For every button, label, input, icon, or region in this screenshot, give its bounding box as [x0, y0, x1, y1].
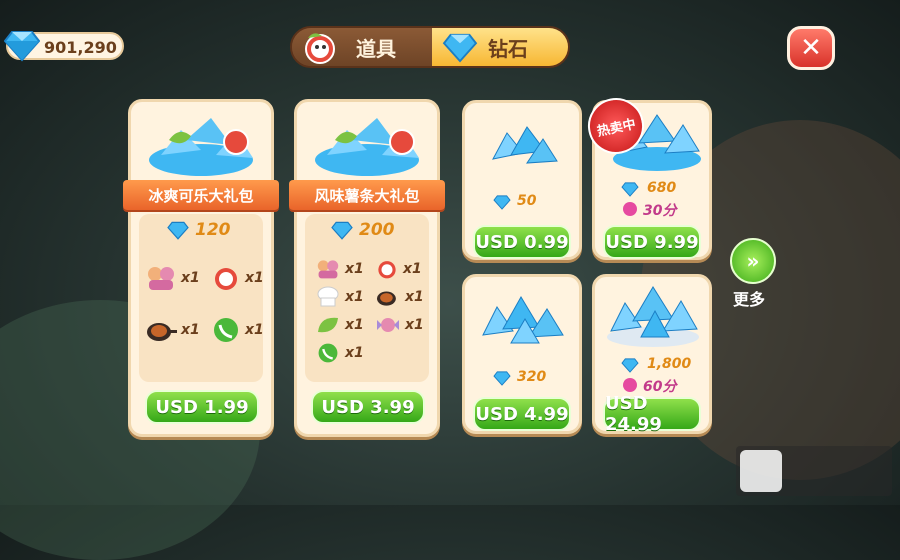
- bundle-gem-amount: 200: [359, 220, 395, 240]
- frying-pan-icon: [147, 323, 177, 341]
- buy-button[interactable]: USD 3.99: [311, 390, 425, 424]
- bundle-title: 风味薯条大礼包: [314, 186, 420, 205]
- bundle-item-qty: x1: [405, 289, 424, 305]
- watermark-logo-icon: [740, 450, 782, 492]
- bundle-gem-amount: 120: [195, 220, 231, 240]
- close-button[interactable]: ✕: [787, 26, 835, 70]
- buy-button[interactable]: USD 0.99: [473, 225, 571, 259]
- bundle-item-qty: x1: [405, 317, 424, 333]
- tab-gems[interactable]: 钻石: [432, 28, 568, 66]
- bundle-item-qty: x1: [181, 322, 200, 338]
- tab-props-label: 道具: [356, 36, 396, 61]
- shop-tabs: 道具 钻石: [290, 26, 570, 68]
- green-phone-icon: [318, 343, 338, 363]
- tab-props[interactable]: 道具: [292, 28, 432, 66]
- bundle-item-qty: x1: [345, 289, 364, 305]
- gem-pack-card[interactable]: 320 USD 4.99: [462, 274, 582, 434]
- price-label: USD 9.99: [605, 231, 699, 253]
- bonus-points-icon: [623, 202, 637, 216]
- more-label: 更多: [733, 290, 766, 309]
- diamond-icon: [621, 358, 639, 373]
- gem-pack-amount: 1,800: [647, 356, 692, 372]
- bonus-points-icon: [623, 378, 637, 392]
- diamond-icon: [167, 221, 189, 240]
- bundle-item: x1: [145, 316, 200, 344]
- chef-hat-icon: [317, 286, 339, 307]
- diamond-icon: [493, 371, 511, 386]
- candy-icon: [377, 318, 399, 332]
- price-label: USD 4.99: [475, 403, 569, 425]
- diamond-icon: [442, 33, 478, 63]
- bundle-title-ribbon: 风味薯条大礼包: [289, 180, 445, 210]
- watermark: [736, 446, 892, 496]
- price-label: USD 24.99: [605, 393, 662, 435]
- gem-balance-counter: 901,290: [4, 31, 124, 62]
- gem-pile-small-icon: [492, 126, 558, 164]
- buy-button[interactable]: USD 1.99: [145, 390, 259, 424]
- gem-balance-value: 901,290: [44, 38, 117, 57]
- bundle-item: x1: [375, 314, 424, 336]
- buy-button[interactable]: USD 9.99: [603, 225, 701, 259]
- chef-figures-icon: [148, 267, 174, 290]
- bundle-item: x1: [315, 314, 364, 336]
- alarm-clock-icon: [305, 33, 335, 64]
- alarm-clock-icon: [378, 261, 396, 279]
- price-label: USD 1.99: [155, 396, 249, 418]
- gem-pack-card[interactable]: 50 USD 0.99: [462, 100, 582, 260]
- alarm-clock-icon: [215, 268, 237, 290]
- hot-sale-label: 热卖中: [595, 116, 638, 140]
- bundle-item: x1: [145, 264, 200, 292]
- green-phone-icon: [214, 318, 238, 342]
- bundle-item-qty: x1: [345, 261, 364, 277]
- bundle-title: 冰爽可乐大礼包: [148, 186, 254, 205]
- gem-pack-amount: 320: [517, 369, 547, 385]
- tab-gems-label: 钻石: [488, 36, 528, 61]
- more-button[interactable]: »: [730, 238, 776, 284]
- gem-pack-bonus: 30分: [643, 203, 677, 219]
- bundle-card-cola[interactable]: 冰爽可乐大礼包 120 x1 x1 x1 x1 USD 1.99: [123, 99, 279, 437]
- bundle-item-qty: x1: [345, 345, 364, 361]
- close-icon: ✕: [800, 33, 822, 63]
- bundle-item-qty: x1: [245, 270, 264, 286]
- bundle-item-qty: x1: [181, 270, 200, 286]
- bundle-item: x1: [375, 286, 424, 308]
- bundle-item-qty: x1: [403, 261, 422, 277]
- bundle-gems-pile-icon: [149, 118, 253, 176]
- bundle-item: x1: [375, 258, 422, 280]
- bundle-item: x1: [211, 264, 264, 292]
- bundle-item-qty: x1: [245, 322, 264, 338]
- diamond-icon: [493, 195, 511, 210]
- bundle-item: x1: [211, 316, 264, 344]
- bundle-item: x1: [315, 258, 364, 280]
- gem-pack-amount: 680: [647, 180, 677, 196]
- bundle-item-qty: x1: [345, 317, 364, 333]
- bundle-item: x1: [315, 286, 364, 308]
- gem-pile-medium-icon: [482, 296, 564, 344]
- bundle-gems-pile-icon: [315, 118, 419, 176]
- bundle-card-fries[interactable]: 风味薯条大礼包 200 x1 x1 x1 x1 x1 x1 x1 USD 3.9…: [289, 99, 445, 437]
- bundle-title-ribbon: 冰爽可乐大礼包: [123, 180, 279, 210]
- diamond-icon: [4, 31, 40, 62]
- buy-button[interactable]: USD 4.99: [473, 397, 571, 431]
- bundle-item: x1: [315, 342, 364, 364]
- gem-pack-card[interactable]: 1,800 60分 USD 24.99: [592, 274, 712, 435]
- chef-figures-icon: [317, 260, 339, 279]
- double-chevron-right-icon: »: [746, 249, 760, 273]
- leaf-icon: [318, 317, 338, 333]
- gem-pack-amount: 50: [517, 193, 537, 209]
- price-label: USD 0.99: [475, 231, 569, 253]
- diamond-icon: [331, 221, 353, 240]
- price-label: USD 3.99: [321, 396, 415, 418]
- gem-pile-large-icon: [607, 286, 699, 347]
- diamond-icon: [621, 182, 639, 197]
- frying-pan-icon: [377, 291, 396, 306]
- buy-button[interactable]: USD 24.99: [603, 393, 701, 435]
